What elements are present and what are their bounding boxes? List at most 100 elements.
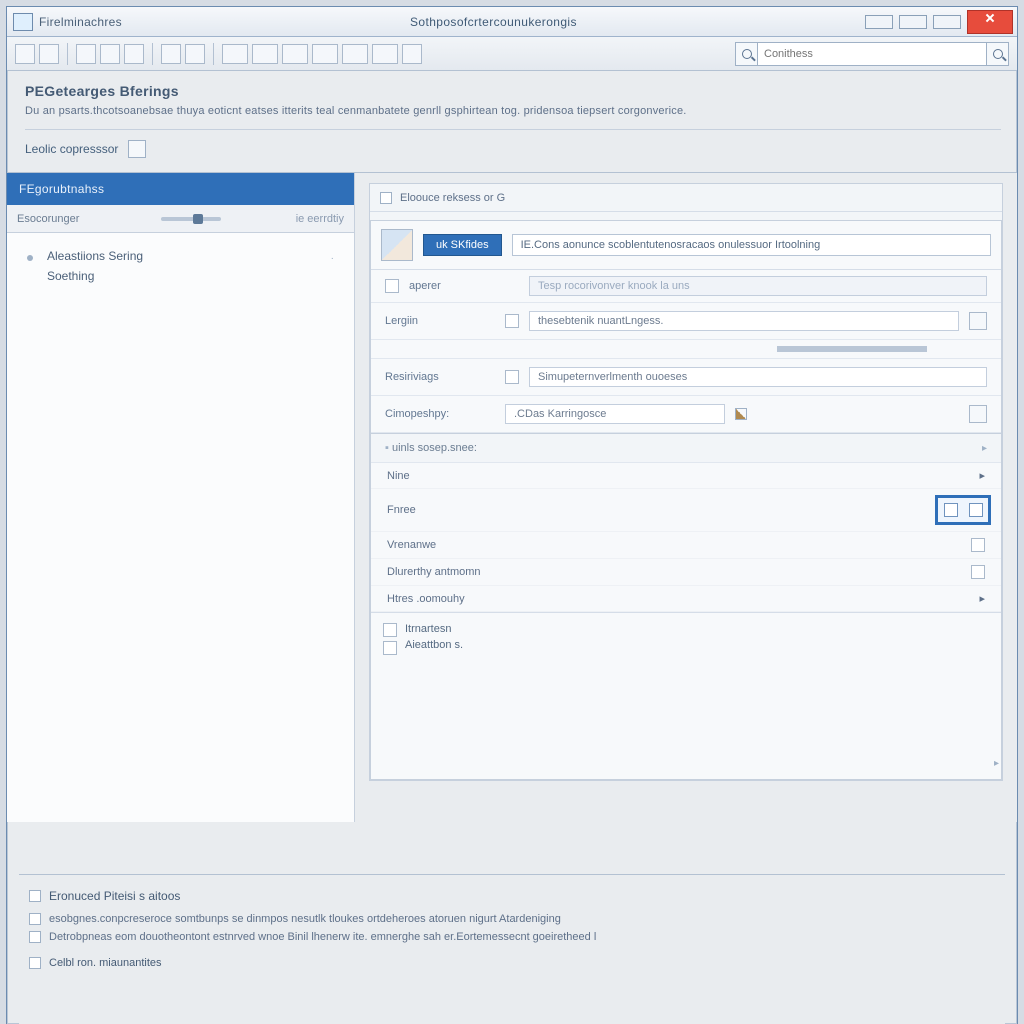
page-header: PEGetearges Bferings Du an psarts.thcots… (7, 71, 1017, 164)
page-subtitle: Du an psarts.thcotsoanebsae thuya eoticn… (25, 105, 1001, 117)
toolbar-button-11[interactable] (312, 44, 338, 64)
card-top: uk SKfides (371, 221, 1001, 270)
main-column: Eloouce reksess or G uk SKfides aperer T… (355, 173, 1017, 822)
props-section-header[interactable]: ▪ uinls sosep.snee: ▸ (371, 433, 1001, 463)
sidebar-filter-left: Esocorunger (17, 213, 79, 225)
compose-picker-button[interactable] (969, 405, 987, 423)
close-icon (985, 17, 995, 27)
app-name: Firelminachres (39, 15, 122, 29)
help-button[interactable] (933, 15, 961, 29)
search-go-button[interactable] (987, 42, 1009, 66)
pencil-icon[interactable] (735, 408, 747, 420)
app-window: Firelminachres Sothposofcrtercounukerong… (6, 6, 1018, 1024)
toolbar-button-6[interactable] (161, 44, 181, 64)
sidebar-item-label: Aleastiions Sering (47, 249, 143, 263)
toolbar-button-14[interactable] (402, 44, 422, 64)
toolbar-separator (213, 43, 214, 65)
footer-title: Eronuced Piteisi s aitoos (49, 889, 180, 903)
footer-link[interactable]: Celbl ron. miaunantites (29, 957, 995, 969)
window-controls (865, 10, 1017, 34)
panel-head-icon (380, 192, 392, 204)
sidebar: FEgorubtnahss Esocorunger ie eerrdtiy Al… (7, 173, 355, 822)
panel-head: Eloouce reksess or G (370, 184, 1002, 212)
toolbar-button-8[interactable] (222, 44, 248, 64)
body-split: FEgorubtnahss Esocorunger ie eerrdtiy Al… (7, 172, 1017, 822)
close-button[interactable] (967, 10, 1013, 34)
length-field[interactable]: thesebtenik nuantLngess. (529, 311, 959, 331)
sidebar-header: FEgorubtnahss (7, 173, 354, 205)
entity-card: uk SKfides aperer Tesp rocorivonver knoo… (370, 220, 1002, 780)
prop-htes[interactable]: Htres .oomouhy ▸ (371, 586, 1001, 612)
sidebar-item-label: Soething (47, 269, 143, 283)
aperer-field[interactable]: Tesp rocorivonver knook la uns (529, 276, 987, 296)
search-icon (742, 49, 752, 59)
footer-line-1: esobgnes.conpcreseroce somtbunps se dinm… (29, 913, 995, 925)
note-icon (383, 623, 397, 637)
bullet-icon (29, 913, 41, 925)
row-icon (385, 279, 399, 293)
footer-panel: Eronuced Piteisi s aitoos esobgnes.conpc… (19, 874, 1005, 1024)
row-length-extra (371, 340, 1001, 359)
row-length: Lergiin thesebtenik nuantLngess. (371, 303, 1001, 340)
row-icon (505, 370, 519, 384)
link-icon (29, 957, 41, 969)
sidebar-slider[interactable] (161, 217, 221, 221)
restrict-field[interactable]: Simupeternverlmenth ouoeses (529, 367, 987, 387)
prop-label: Vrenanwe (387, 539, 436, 551)
maximize-button[interactable] (899, 15, 927, 29)
row-label: aperer (409, 280, 519, 292)
document-title: Sothposofcrtercounukerongis (122, 15, 865, 29)
prop-label: Dlurerthy antmomn (387, 566, 481, 578)
card-footer-note: Itrnartesn Aieattbon s. (371, 612, 1001, 665)
length-picker-button[interactable] (969, 312, 987, 330)
composer-label: Leolic copresssor (25, 142, 118, 156)
row-label: Cimopeshpy: (385, 408, 495, 420)
toolbar-button-13[interactable] (372, 44, 398, 64)
prop-label: Htres .oomouhy (387, 593, 465, 605)
details-panel: Eloouce reksess or G uk SKfides aperer T… (369, 183, 1003, 781)
toolbar-separator (152, 43, 153, 65)
composer-dropdown[interactable] (128, 140, 146, 158)
prop-fnree[interactable]: Fnree (371, 489, 1001, 532)
scroll-indicator: ▸ (994, 758, 999, 769)
toolbar-button-7[interactable] (185, 44, 205, 64)
sidebar-tree: Aleastiions Sering Soething · (7, 233, 354, 822)
toggle-left-icon (944, 503, 958, 517)
prop-label: Fnree (387, 504, 416, 516)
bullet-icon (27, 255, 33, 261)
toolbar-button-12[interactable] (342, 44, 368, 64)
prop-label: Nine (387, 470, 410, 482)
sidebar-filter-right: ie eerrdtiy (296, 213, 344, 225)
prop-toggle-highlight[interactable] (935, 495, 991, 525)
toolbar-button-5[interactable] (124, 44, 144, 64)
search-input[interactable] (757, 42, 987, 66)
minimize-button[interactable] (865, 15, 893, 29)
footer-title-icon (29, 890, 41, 902)
note-line2: Aieattbon s. (405, 639, 463, 651)
prop-diverts[interactable]: Dlurerthy antmomn (371, 559, 1001, 586)
compose-field[interactable]: .CDas Karringosce (505, 404, 725, 424)
composer-row: Leolic copresssor (25, 129, 1001, 158)
toolbar-button-10[interactable] (282, 44, 308, 64)
card-thumbnail (381, 229, 413, 261)
row-icon (505, 314, 519, 328)
toggle-right-icon (969, 503, 983, 517)
note-icon (383, 641, 397, 655)
toolbar-button-1[interactable] (15, 44, 35, 64)
footer-line-2: Detrobpneas eom douotheontont estnrved w… (29, 931, 995, 943)
toolbar-button-3[interactable] (76, 44, 96, 64)
footer-link-label: Celbl ron. miaunantites (49, 957, 162, 969)
row-label: Resiriviags (385, 371, 495, 383)
card-chip[interactable]: uk SKfides (423, 234, 502, 256)
prop-venanwe[interactable]: Vrenanwe (371, 532, 1001, 559)
toolbar-button-9[interactable] (252, 44, 278, 64)
toolbar-button-4[interactable] (100, 44, 120, 64)
footer-text: esobgnes.conpcreseroce somtbunps se dinm… (49, 913, 561, 925)
card-title-input[interactable] (512, 234, 991, 256)
prop-nine[interactable]: Nine ▸ (371, 463, 1001, 489)
sidebar-item-application-setting[interactable]: Aleastiions Sering Soething · (15, 245, 346, 287)
toggle-icon (971, 538, 985, 552)
row-label: Lergiin (385, 315, 495, 327)
row-compose: Cimopeshpy: .CDas Karringosce (371, 396, 1001, 433)
toolbar-button-2[interactable] (39, 44, 59, 64)
